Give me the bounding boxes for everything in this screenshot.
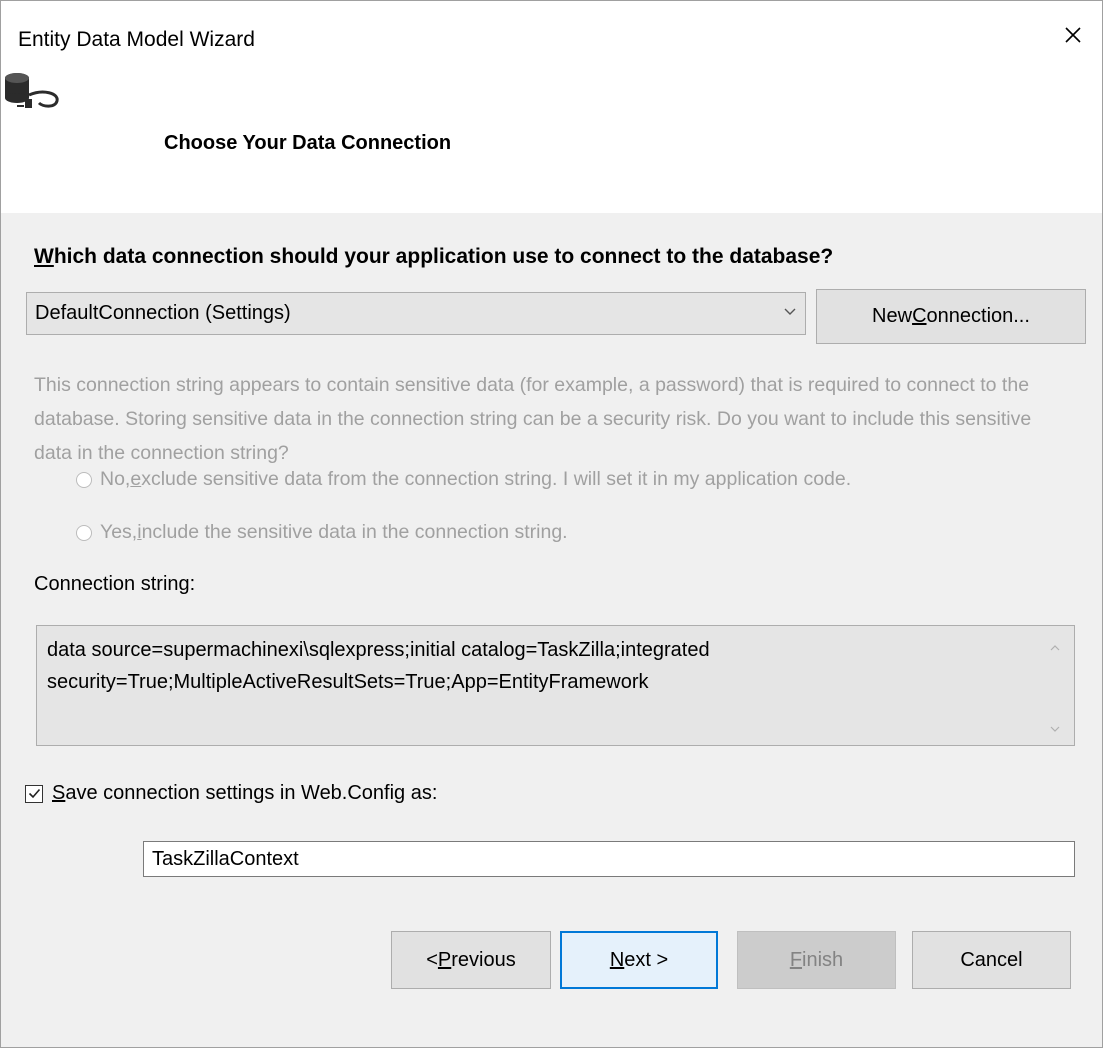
wizard-window: Entity Data Model Wizard Choose Your Dat… — [0, 0, 1103, 1048]
finish-label-after: inish — [802, 948, 844, 971]
finish-mnemonic: F — [789, 948, 803, 971]
save-settings-mnemonic: S — [52, 782, 66, 804]
question-text: hich data connection should your applica… — [53, 245, 834, 268]
chevron-down-icon — [784, 308, 796, 315]
database-connection-icon — [5, 73, 59, 108]
save-settings-label: ave connection settings in Web.Config as… — [65, 782, 438, 804]
page-heading: Choose Your Data Connection — [164, 132, 452, 154]
close-icon — [1065, 27, 1081, 43]
new-connection-mnemonic: C — [912, 305, 927, 327]
context-name-input[interactable] — [143, 841, 1075, 877]
previous-button[interactable]: < Previous — [391, 931, 551, 989]
exclude-label-before: No, — [100, 468, 131, 490]
connection-select[interactable]: DefaultConnection (Settings) — [26, 292, 806, 335]
sensitive-data-notice: This connection string appears to contai… — [34, 374, 1032, 464]
exclude-radio[interactable] — [76, 471, 92, 488]
cancel-button[interactable]: Cancel — [912, 931, 1071, 989]
next-label-after: ext > — [624, 948, 669, 971]
include-sensitive-option[interactable]: Yes, i nclude the sensitive data in the c… — [76, 521, 568, 544]
exclude-sensitive-option[interactable]: No, e xclude sensitive data from the conn… — [76, 468, 851, 491]
include-label-after: nclude the sensitive data in the connect… — [141, 521, 568, 543]
finish-button[interactable]: Finish — [737, 931, 896, 989]
scroll-down-icon[interactable] — [1050, 726, 1060, 733]
scroll-up-icon[interactable] — [1050, 644, 1060, 651]
exclude-label-after: xclude sensitive data from the connectio… — [141, 468, 852, 490]
previous-mnemonic: P — [437, 948, 452, 971]
new-connection-label-before: New — [872, 305, 913, 327]
save-settings-checkbox[interactable] — [25, 784, 43, 803]
save-settings-row[interactable]: Save connection settings in Web.Config a… — [25, 782, 437, 805]
next-button[interactable]: Next > — [560, 931, 718, 989]
wizard-header: Entity Data Model Wizard Choose Your Dat… — [1, 1, 1102, 213]
checkmark-icon — [28, 788, 40, 799]
connection-string-box[interactable]: data source=supermachinexi\sqlexpress;in… — [36, 625, 1075, 746]
exclude-mnemonic: e — [130, 468, 142, 490]
connection-select-value: DefaultConnection (Settings) — [35, 302, 291, 324]
window-title: Entity Data Model Wizard — [18, 28, 255, 51]
previous-label-before: < — [426, 948, 438, 971]
question-mnemonic: W — [34, 245, 54, 268]
new-connection-label-after: onnection... — [926, 305, 1030, 327]
include-label-before: Yes, — [100, 521, 138, 543]
previous-label-after: revious — [451, 948, 516, 971]
close-button[interactable] — [1057, 19, 1089, 51]
new-connection-button[interactable]: New Connection... — [816, 289, 1086, 344]
next-mnemonic: N — [609, 948, 625, 971]
connection-string-value: data source=supermachinexi\sqlexpress;in… — [47, 639, 710, 693]
connection-string-label: Connection string: — [34, 573, 196, 595]
cancel-label: Cancel — [960, 948, 1023, 971]
include-radio[interactable] — [76, 524, 92, 541]
question-label: Which data connection should your applic… — [34, 245, 833, 269]
